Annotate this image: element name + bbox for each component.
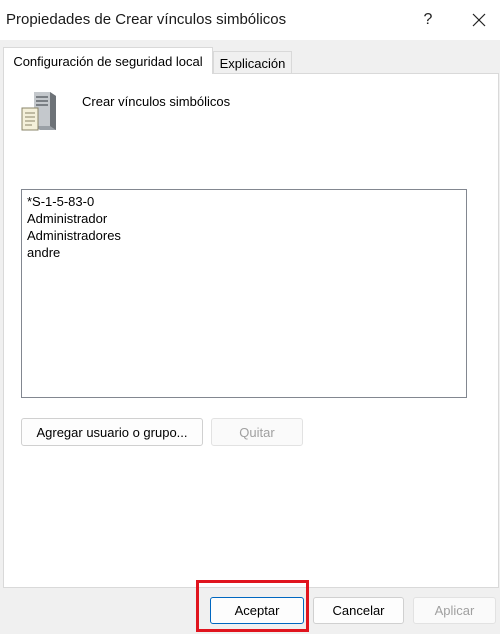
cancel-button[interactable]: Cancelar <box>313 597 404 624</box>
tab-explain[interactable]: Explicación <box>213 51 292 74</box>
list-item[interactable]: Administradores <box>27 227 466 244</box>
tab-local-security-setting[interactable]: Configuración de seguridad local <box>3 47 213 74</box>
apply-button[interactable]: Aplicar <box>413 597 496 624</box>
list-item[interactable]: *S-1-5-83-0 <box>27 193 466 210</box>
policy-name: Crear vínculos simbólicos <box>82 94 231 109</box>
help-icon: ? <box>423 11 433 28</box>
add-user-button[interactable]: Agregar usuario o grupo... <box>21 418 203 446</box>
members-listbox[interactable]: *S-1-5-83-0 Administrador Administradore… <box>21 189 467 398</box>
title-bar: Propiedades de Crear vínculos simbólicos… <box>0 0 500 40</box>
ok-button[interactable]: Aceptar <box>210 597 304 624</box>
close-button[interactable] <box>458 0 500 40</box>
tab-label: Configuración de seguridad local <box>13 53 203 69</box>
remove-button[interactable]: Quitar <box>211 418 303 446</box>
tab-label: Explicación <box>219 55 286 71</box>
server-icon <box>21 92 56 131</box>
list-item[interactable]: Administrador <box>27 210 466 227</box>
close-icon <box>472 13 486 27</box>
list-item[interactable]: andre <box>27 244 466 261</box>
help-button[interactable]: ? <box>410 0 446 40</box>
window-title: Propiedades de Crear vínculos simbólicos <box>6 11 287 28</box>
